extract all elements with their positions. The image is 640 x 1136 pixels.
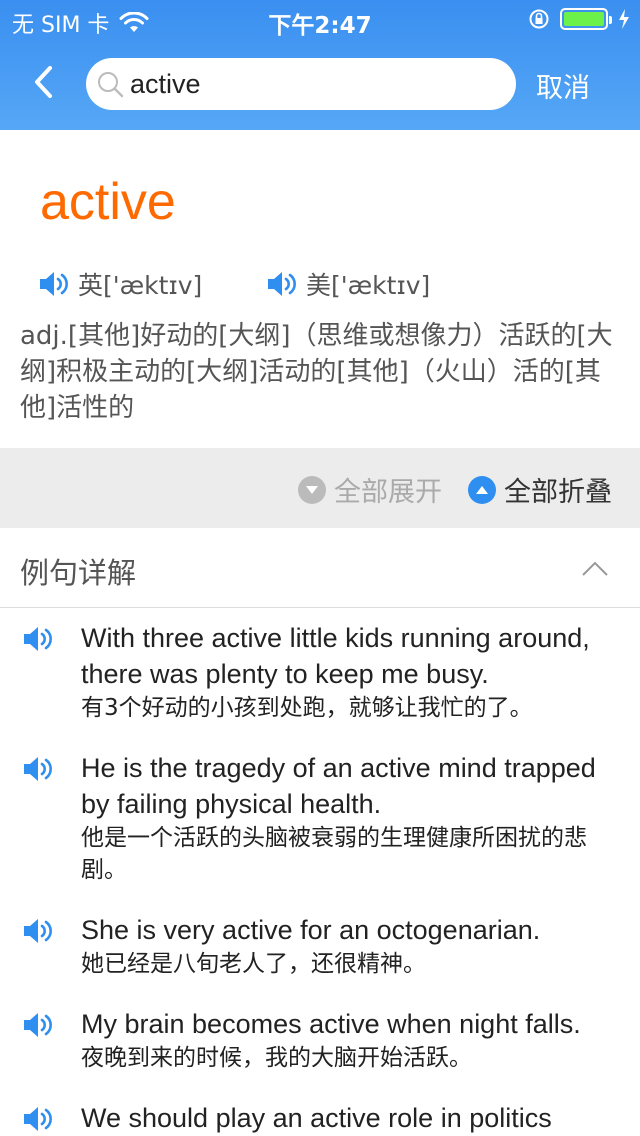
speaker-icon[interactable] xyxy=(22,916,56,946)
example-english: With three active little kids running ar… xyxy=(81,623,590,689)
speaker-icon[interactable] xyxy=(22,624,56,654)
speaker-icon xyxy=(40,272,68,296)
expand-all-button[interactable]: 全部展开 xyxy=(298,470,442,509)
example-item: With three active little kids running ar… xyxy=(0,620,640,724)
example-item: She is very active for an octogenarian. … xyxy=(0,912,640,980)
headword: active xyxy=(40,173,176,231)
examples-list: With three active little kids running ar… xyxy=(0,620,640,1136)
chevron-up-icon xyxy=(582,561,608,576)
toggle-bar: 全部展开 全部折叠 xyxy=(0,448,640,528)
example-item: My brain becomes active when night falls… xyxy=(0,1006,640,1074)
example-chinese: 他是一个活跃的头脑被衰弱的生理健康所困扰的悲剧。 xyxy=(81,825,587,883)
charging-bolt-icon xyxy=(619,9,629,29)
example-english: My brain becomes active when night falls… xyxy=(81,1009,581,1039)
example-chinese: 她已经是八旬老人了，还很精神。 xyxy=(81,951,426,977)
status-bar: 无 SIM 卡 下午2:47 xyxy=(0,0,640,40)
battery-fill xyxy=(564,12,604,26)
status-right xyxy=(528,8,630,30)
chevron-left-icon xyxy=(35,66,52,98)
definition: adj.[其他]好动的[大纲]（思维或想像力）活跃的[大纲]积极主动的[大纲]活… xyxy=(20,321,613,423)
cancel-button[interactable]: 取消 xyxy=(536,66,590,105)
section-title: 例句详解 xyxy=(20,556,137,590)
orientation-lock-icon xyxy=(529,9,549,29)
example-chinese: 夜晚到来的时候，我的大脑开始活跃。 xyxy=(81,1045,472,1071)
example-english: She is very active for an octogenarian. xyxy=(81,915,541,945)
speaker-icon[interactable] xyxy=(22,754,56,784)
collapse-up-icon xyxy=(468,475,496,504)
example-item: We should play an active role in politic… xyxy=(0,1100,640,1136)
collapse-all-button[interactable]: 全部折叠 xyxy=(468,470,612,509)
example-english: He is the tragedy of an active mind trap… xyxy=(81,753,596,819)
speaker-icon[interactable] xyxy=(22,1104,56,1134)
pronunciation-us-text: 美['æktɪv] xyxy=(306,271,431,300)
expand-all-label: 全部展开 xyxy=(334,477,442,508)
pronunciation-uk-text: 英['æktɪv] xyxy=(78,271,203,300)
examples-section-header[interactable]: 例句详解 xyxy=(0,528,640,608)
search-box[interactable] xyxy=(86,58,516,110)
back-button[interactable] xyxy=(28,62,58,102)
collapse-all-label: 全部折叠 xyxy=(504,477,612,508)
example-english: We should play an active role in politic… xyxy=(81,1103,552,1133)
speaker-icon[interactable] xyxy=(22,1010,56,1040)
example-chinese: 有3个好动的小孩到处跑，就够让我忙的了。 xyxy=(81,695,533,721)
search-input[interactable] xyxy=(130,58,500,110)
speaker-icon xyxy=(268,272,296,296)
pronunciation-us[interactable]: 美['æktɪv] xyxy=(266,266,430,302)
expand-down-icon xyxy=(298,475,326,504)
search-icon xyxy=(98,72,124,98)
battery-icon xyxy=(560,8,612,30)
example-item: He is the tragedy of an active mind trap… xyxy=(0,750,640,886)
pronunciation-uk[interactable]: 英['æktɪv] xyxy=(38,266,202,302)
header: 无 SIM 卡 下午2:47 active 取消 xyxy=(0,0,640,130)
